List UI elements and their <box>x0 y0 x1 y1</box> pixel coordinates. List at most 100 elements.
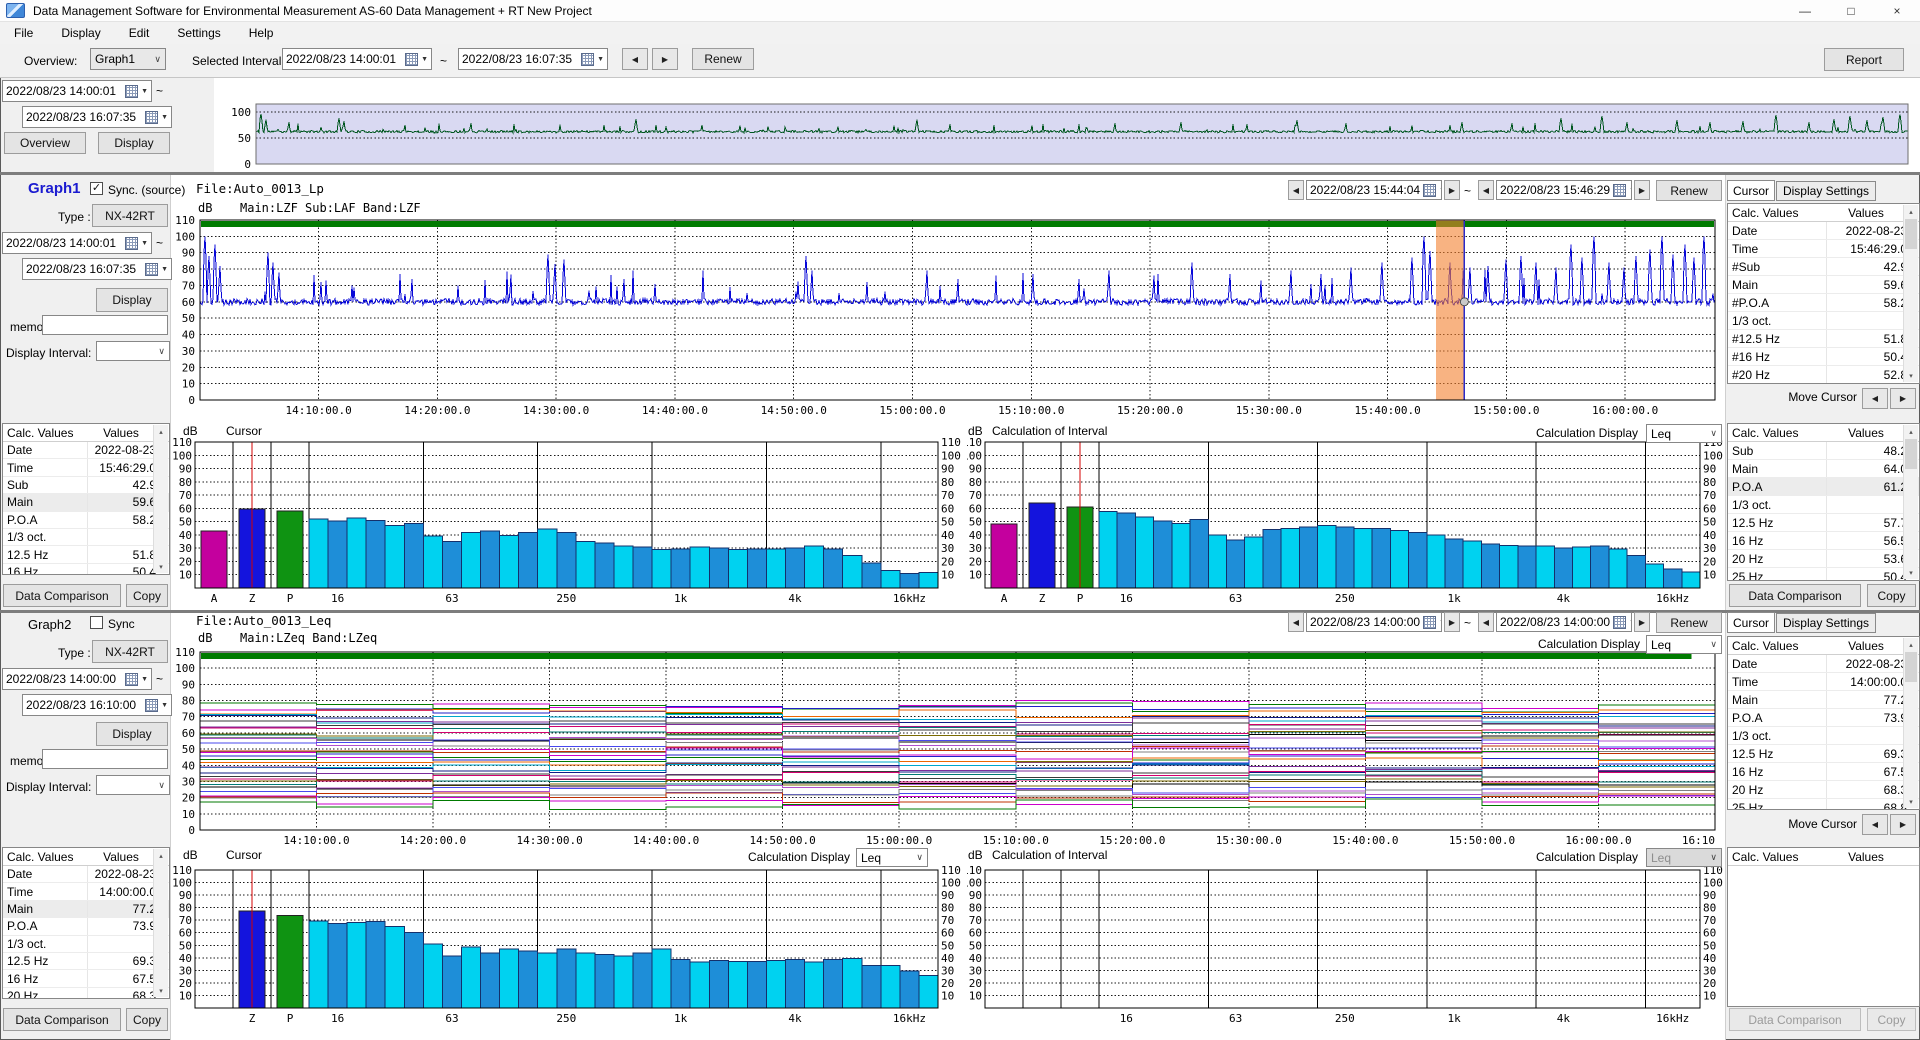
menu-settings[interactable]: Settings <box>163 22 234 44</box>
interval-end-field[interactable]: 2022/08/23 16:07:35 ▼ <box>458 48 608 70</box>
report-button[interactable]: Report <box>1824 48 1904 71</box>
graph2-cursor-spectrum-chart[interactable]: ZP16632501k4k16kHz1101101001009090808070… <box>171 846 969 1028</box>
graph2-cursor-values-table[interactable]: Calc. ValuesValuesDate2022-08-23Time14:0… <box>1727 636 1920 810</box>
graph1-start-field[interactable]: 2022/08/23 14:00:01 ▼ <box>2 232 152 254</box>
scrollbar[interactable]: ▴▾ <box>1903 425 1918 579</box>
nav-next-button[interactable]: ▶ <box>1444 612 1460 632</box>
memo-input[interactable] <box>42 749 168 769</box>
nav-next-button[interactable]: ▶ <box>1634 180 1650 200</box>
interval-start-field[interactable]: 2022/08/23 14:00:01 ▼ <box>282 48 432 70</box>
graph1-end-field[interactable]: 2022/08/23 16:07:35 ▼ <box>22 258 172 280</box>
menu-edit[interactable]: Edit <box>115 22 164 44</box>
copy-button[interactable]: Copy <box>1867 584 1916 607</box>
interval-prev-button[interactable]: ◀ <box>622 48 648 70</box>
move-cursor-left-button[interactable]: ◀ <box>1862 388 1888 409</box>
minimize-button[interactable]: — <box>1782 0 1828 22</box>
dropdown-arrow-icon[interactable]: ▼ <box>161 114 168 121</box>
overview-end-field[interactable]: 2022/08/23 16:07:35 ▼ <box>22 106 172 128</box>
calendar-icon[interactable] <box>145 699 158 712</box>
overview-graph-select[interactable]: Graph1 ∨ <box>90 48 166 70</box>
overview-button[interactable]: Overview <box>4 132 86 154</box>
graph1-display-button[interactable]: Display <box>96 288 168 312</box>
menu-help[interactable]: Help <box>235 22 288 44</box>
memo-input[interactable] <box>42 315 168 335</box>
graph1-nav-start-field[interactable]: 2022/08/23 15:44:04 ▼ <box>1306 180 1442 200</box>
interval-next-button[interactable]: ▶ <box>652 48 678 70</box>
graph1-nav-end-field[interactable]: 2022/08/23 15:46:29 ▼ <box>1496 180 1632 200</box>
calculation-display-select[interactable]: Leq ∨ <box>1646 635 1722 654</box>
tab-display-settings[interactable]: Display Settings <box>1776 181 1876 201</box>
calculation-display-select[interactable]: Leq ∨ <box>1646 424 1722 443</box>
sync-checkbox[interactable] <box>90 616 103 629</box>
calendar-icon[interactable] <box>581 53 594 66</box>
tab-display-settings[interactable]: Display Settings <box>1776 613 1876 633</box>
calendar-icon[interactable] <box>1613 616 1626 629</box>
calculation-display-select[interactable]: Leq ∨ <box>856 848 928 867</box>
copy-button[interactable]: Copy <box>126 1008 168 1031</box>
nav-prev-button[interactable]: ◀ <box>1478 180 1494 200</box>
calendar-icon[interactable] <box>145 111 158 124</box>
graph2-time-chart[interactable]: 14:10:00.014:20:00.014:30:00.014:40:00.0… <box>166 644 1726 846</box>
maximize-button[interactable]: □ <box>1828 0 1874 22</box>
dropdown-arrow-icon[interactable]: ▼ <box>1629 187 1632 194</box>
data-comparison-button[interactable]: Data Comparison <box>3 1008 121 1031</box>
move-cursor-right-button[interactable]: ▶ <box>1890 388 1916 409</box>
dropdown-arrow-icon[interactable]: ▼ <box>1439 187 1442 194</box>
menu-display[interactable]: Display <box>47 22 114 44</box>
copy-button[interactable]: Copy <box>126 584 168 607</box>
graph2-interval-spectrum-chart[interactable]: 16632501k4k16kHz110110100100909080807070… <box>967 846 1724 1028</box>
dropdown-arrow-icon[interactable]: ▼ <box>141 676 148 683</box>
scrollbar[interactable]: ▴▾ <box>153 425 168 573</box>
type-button[interactable]: NX-42RT <box>92 640 168 663</box>
tab-cursor[interactable]: Cursor <box>1727 180 1775 201</box>
type-button[interactable]: NX-42RT <box>92 204 168 227</box>
tab-cursor[interactable]: Cursor <box>1727 612 1775 633</box>
graph1-cursor-spectrum-chart[interactable]: AZP16632501k4k16kHz110110100100909080807… <box>171 422 969 616</box>
dropdown-arrow-icon[interactable]: ▼ <box>597 56 604 63</box>
calendar-icon[interactable] <box>1613 184 1626 197</box>
renew-button[interactable]: Renew <box>692 48 754 70</box>
dropdown-arrow-icon[interactable]: ▼ <box>141 240 148 247</box>
data-comparison-button[interactable]: Data Comparison <box>1729 584 1861 607</box>
scrollbar[interactable]: ▴▾ <box>153 849 168 997</box>
display-interval-select[interactable]: ∨ <box>96 775 170 795</box>
graph1-calc-values-table[interactable]: Calc. ValuesValuesDate2022-08-23Time15:4… <box>2 423 170 575</box>
nav-next-button[interactable]: ▶ <box>1444 180 1460 200</box>
data-comparison-button[interactable]: Data Comparison <box>3 584 121 607</box>
graph2-calc-values-table[interactable]: Calc. ValuesValuesDate2022-08-23Time14:0… <box>2 847 170 999</box>
graph1-time-chart[interactable]: 14:10:00.014:20:00.014:30:00.014:40:00.0… <box>166 214 1726 418</box>
graph1-renew-button[interactable]: Renew <box>1656 180 1722 201</box>
calendar-icon[interactable] <box>1423 616 1436 629</box>
graph1-interval-values-table[interactable]: Calc. ValuesValuesSub48.2Main64.0P.O.A61… <box>1727 423 1920 581</box>
dropdown-arrow-icon[interactable]: ▼ <box>1629 619 1632 626</box>
dropdown-arrow-icon[interactable]: ▼ <box>1439 619 1442 626</box>
graph1-cursor-values-table[interactable]: Calc. ValuesValuesDate2022-08-23Time15:4… <box>1727 203 1920 384</box>
overview-chart[interactable]: 100500 <box>222 96 1916 174</box>
move-cursor-left-button[interactable]: ◀ <box>1862 814 1888 835</box>
graph2-renew-button[interactable]: Renew <box>1656 612 1722 633</box>
nav-prev-button[interactable]: ◀ <box>1288 180 1304 200</box>
dropdown-arrow-icon[interactable]: ▼ <box>141 88 148 95</box>
graph1-interval-spectrum-chart[interactable]: AZP16632501k4k16kHz110110100100909080807… <box>967 422 1724 616</box>
nav-next-button[interactable]: ▶ <box>1634 612 1650 632</box>
graph2-display-button[interactable]: Display <box>96 722 168 746</box>
graph2-nav-end-field[interactable]: 2022/08/23 14:00:00 ▼ <box>1496 612 1632 632</box>
scrollbar[interactable]: ▴▾ <box>1903 205 1918 382</box>
graph2-end-field[interactable]: 2022/08/23 16:10:00 ▼ <box>22 694 172 716</box>
scrollbar[interactable]: ▴▾ <box>1903 638 1918 808</box>
graph2-nav-start-field[interactable]: 2022/08/23 14:00:00 ▼ <box>1306 612 1442 632</box>
display-interval-select[interactable]: ∨ <box>96 341 170 361</box>
calendar-icon[interactable] <box>125 85 138 98</box>
overview-display-button[interactable]: Display <box>98 132 170 154</box>
calendar-icon[interactable] <box>1423 184 1436 197</box>
close-button[interactable]: × <box>1874 0 1920 22</box>
calendar-icon[interactable] <box>405 53 418 66</box>
menu-file[interactable]: File <box>0 22 47 44</box>
overview-start-field[interactable]: 2022/08/23 14:00:01 ▼ <box>2 80 152 102</box>
calendar-icon[interactable] <box>125 237 138 250</box>
nav-prev-button[interactable]: ◀ <box>1288 612 1304 632</box>
nav-prev-button[interactable]: ◀ <box>1478 612 1494 632</box>
dropdown-arrow-icon[interactable]: ▼ <box>421 56 428 63</box>
graph2-start-field[interactable]: 2022/08/23 14:00:00 ▼ <box>2 668 152 690</box>
calendar-icon[interactable] <box>125 673 138 686</box>
